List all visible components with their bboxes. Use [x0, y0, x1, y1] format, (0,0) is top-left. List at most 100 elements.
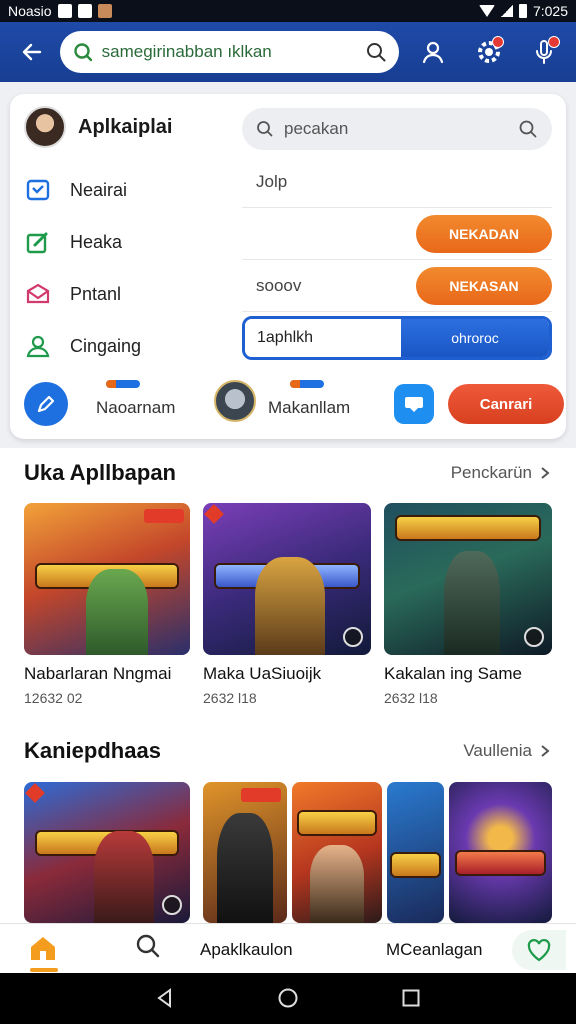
game-art	[310, 845, 364, 923]
badge	[241, 788, 281, 802]
back-icon[interactable]	[154, 987, 176, 1009]
search-icon	[257, 121, 273, 137]
see-all-link[interactable]: Vaullenia	[463, 741, 552, 761]
text-field[interactable]: sooov NEKASAN	[242, 260, 552, 312]
avatar[interactable]	[214, 380, 256, 422]
section-header: Kaniepdhaas Vaullenia	[24, 734, 552, 768]
see-all-label: Penckarün	[450, 463, 532, 482]
game-meta: 2632 l18	[384, 690, 438, 706]
see-all-link[interactable]: Penckarün	[451, 463, 552, 483]
home-circle-icon[interactable]	[277, 987, 299, 1009]
edit-action-button[interactable]	[24, 382, 68, 426]
search-icon[interactable]	[518, 119, 538, 139]
field-value: sooov	[256, 275, 302, 295]
settings-button[interactable]	[467, 30, 511, 74]
home-icon[interactable]	[28, 934, 58, 962]
notification-icon	[57, 4, 72, 18]
game-tile[interactable]	[449, 782, 552, 923]
game-name: Nabarlaran Nngmai	[24, 664, 172, 683]
badge	[144, 509, 184, 523]
back-button[interactable]	[10, 30, 54, 74]
app-bar: samegirinabban ıklkan	[0, 22, 576, 82]
game-name: Kakalan ing Same	[384, 664, 522, 683]
nekadan-button[interactable]: NEKADAN	[416, 215, 552, 253]
profile-name: Aplkaiplai	[78, 115, 173, 138]
nav-item-apps[interactable]: Apaklkaulon	[200, 940, 293, 960]
microphone-button[interactable]	[522, 30, 566, 74]
game-meta: 2632 l18	[203, 690, 257, 706]
photo-icon	[97, 4, 112, 18]
content-area: Uka Apllbapan Penckarün Nabarlaran Nngma…	[0, 448, 576, 923]
game-tile[interactable]	[387, 782, 444, 923]
nekasan-button[interactable]: NEKASAN	[416, 267, 552, 305]
recents-icon[interactable]	[400, 987, 422, 1009]
card-search-input[interactable]: pecakan	[242, 108, 552, 150]
notification-badge	[547, 36, 560, 48]
text-field[interactable]: Jolp	[242, 156, 552, 208]
favorites-button[interactable]	[512, 930, 566, 970]
menu-item-label: Heaka	[70, 231, 123, 252]
menu-item-neairai[interactable]: Neairai	[24, 164, 234, 216]
progress-indicator	[290, 380, 324, 388]
menu-item-label: Pntanl	[70, 283, 122, 304]
system-nav	[0, 973, 576, 1024]
search-icon	[73, 43, 92, 62]
pencil-icon	[37, 395, 55, 413]
game-logo	[397, 517, 539, 539]
play-icon[interactable]	[343, 627, 363, 647]
menu-item-label: Neairai	[70, 179, 128, 200]
action-label: Naoarnam	[96, 398, 176, 417]
section-header: Uka Apllbapan Penckarün	[24, 456, 552, 490]
game-art	[444, 551, 500, 655]
heart-icon	[527, 939, 551, 962]
profile-button[interactable]	[411, 30, 455, 74]
game-tile[interactable]	[292, 782, 382, 923]
menu-item-cingaing[interactable]: Cingaing	[24, 320, 234, 372]
arrow-left-icon	[22, 43, 42, 61]
action-label: Makanllam	[268, 398, 351, 417]
menu-item-label: Cingaing	[70, 335, 142, 356]
game-tile[interactable]	[384, 503, 552, 655]
see-all-label: Vaullenia	[463, 741, 532, 760]
user-icon	[422, 41, 443, 64]
search-icon[interactable]	[134, 932, 162, 960]
user-icon	[24, 332, 52, 360]
search-icon[interactable]	[365, 41, 387, 63]
game-tile[interactable]	[24, 782, 190, 923]
chat-icon	[405, 397, 423, 412]
menu-item-pntanl[interactable]: Pntanl	[24, 268, 234, 320]
profile-header: Aplkaiplai	[24, 106, 172, 148]
game-art	[94, 831, 154, 923]
battery-icon	[518, 4, 527, 18]
search-input[interactable]: samegirinabban ıklkan	[59, 31, 400, 73]
badge	[25, 783, 45, 803]
game-art	[86, 569, 148, 655]
game-logo	[299, 812, 375, 834]
active-input[interactable]: 1aphlkh ohroroc	[242, 316, 552, 360]
game-tile[interactable]	[203, 782, 287, 923]
game-art	[217, 813, 273, 923]
active-input-value: 1aphlkh	[245, 319, 401, 357]
game-art	[255, 557, 325, 655]
game-tile[interactable]	[24, 503, 190, 655]
menu-item-heaka[interactable]: Heaka	[24, 216, 234, 268]
nav-item-games[interactable]: MCeanlagan	[386, 940, 482, 960]
avatar[interactable]	[24, 106, 66, 148]
cancel-button[interactable]: Canrari	[448, 384, 564, 424]
chat-button[interactable]	[394, 384, 434, 424]
carrier-text: Noasio	[8, 3, 52, 19]
text-field[interactable]: NEKADAN	[242, 208, 552, 260]
play-icon[interactable]	[524, 627, 544, 647]
chevron-right-icon	[541, 467, 550, 479]
action-row: Naoarnam Makanllam Canrari	[24, 380, 564, 428]
game-logo	[457, 852, 544, 874]
card-search-placeholder: pecakan	[284, 119, 349, 138]
progress-indicator	[106, 380, 140, 388]
folder-icon	[24, 176, 52, 204]
game-logo	[391, 854, 440, 876]
active-tab-indicator	[30, 968, 58, 972]
game-tile[interactable]	[203, 503, 371, 655]
input-submit-button[interactable]: ohroroc	[401, 319, 549, 357]
menu-list: Neairai Heaka Pntanl Cingaing	[24, 164, 234, 372]
play-icon[interactable]	[162, 895, 182, 915]
